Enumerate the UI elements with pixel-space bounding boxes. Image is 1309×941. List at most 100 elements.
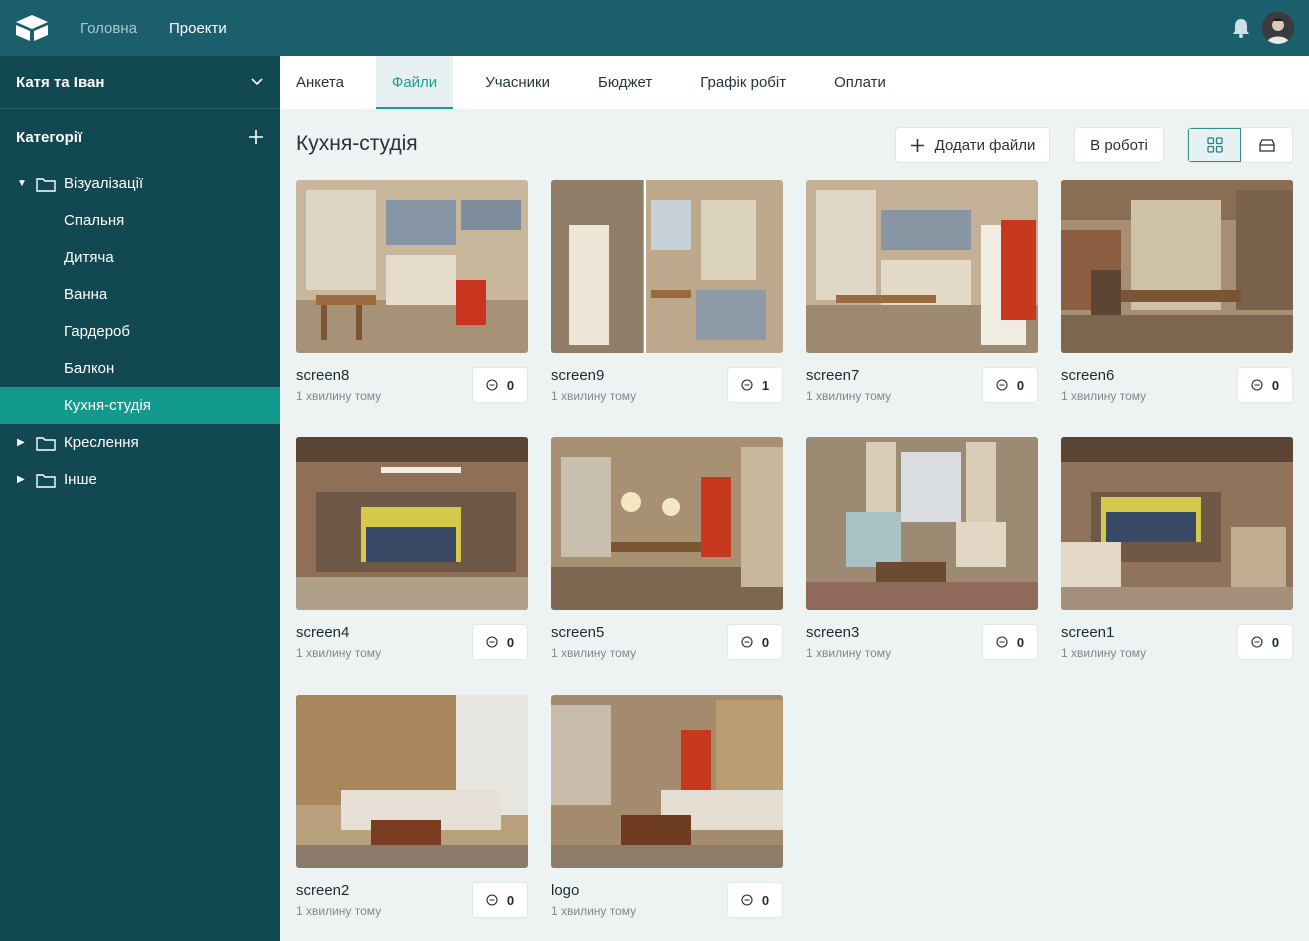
file-name[interactable]: screen8 [296, 367, 349, 384]
file-time: 1 хвилину тому [1061, 646, 1147, 660]
file-thumbnail[interactable] [1061, 437, 1293, 610]
file-time: 1 хвилину тому [551, 646, 637, 660]
list-view-icon [1258, 139, 1275, 152]
tab-schedule[interactable]: Графік робіт [684, 56, 802, 109]
file-name[interactable]: screen5 [551, 624, 604, 641]
comments-button[interactable]: 0 [1237, 367, 1293, 403]
comments-button[interactable]: 1 [727, 367, 783, 403]
project-selector[interactable]: Катя та Іван [0, 56, 280, 109]
tree-item-balcony[interactable]: Балкон [0, 350, 280, 387]
file-card: screen7 1 хвилину тому 0 [806, 180, 1038, 410]
comments-button[interactable]: 0 [472, 367, 528, 403]
tree-item-drawings[interactable]: ▶ Креслення [0, 424, 280, 461]
project-name: Катя та Іван [16, 73, 105, 91]
file-thumbnail[interactable] [806, 180, 1038, 353]
comment-icon [1251, 379, 1263, 391]
file-thumbnail[interactable] [551, 437, 783, 610]
file-thumbnail[interactable] [1061, 180, 1293, 353]
plus-icon[interactable] [248, 129, 264, 145]
folder-icon [36, 436, 56, 451]
tab-questionnaire[interactable]: Анкета [280, 56, 360, 109]
file-card: screen1 1 хвилину тому 0 [1061, 437, 1293, 667]
tree-item-wardrobe[interactable]: Гардероб [0, 313, 280, 350]
tree-item-label: Креслення [64, 434, 139, 451]
comment-icon [1251, 636, 1263, 648]
file-thumbnail[interactable] [296, 180, 528, 353]
comments-button[interactable]: 0 [727, 624, 783, 660]
tree-item-label: Балкон [64, 360, 115, 377]
file-name[interactable]: screen2 [296, 882, 349, 899]
file-card: screen2 1 хвилину тому 0 [296, 695, 528, 925]
file-time: 1 хвилину тому [806, 389, 892, 403]
comment-count: 0 [506, 377, 515, 393]
comments-button[interactable]: 0 [982, 367, 1038, 403]
file-name[interactable]: screen9 [551, 367, 604, 384]
comments-button[interactable]: 0 [472, 624, 528, 660]
tree-item-bathroom[interactable]: Ванна [0, 276, 280, 313]
tab-participants[interactable]: Учасники [469, 56, 566, 109]
comment-icon [996, 636, 1008, 648]
tree-item-label: Гардероб [64, 323, 130, 340]
tree-item-kids-room[interactable]: Дитяча [0, 239, 280, 276]
file-card: screen8 1 хвилину тому 0 [296, 180, 528, 410]
comment-count: 0 [506, 892, 515, 908]
comment-icon [741, 636, 753, 648]
comments-button[interactable]: 0 [982, 624, 1038, 660]
file-name[interactable]: screen4 [296, 624, 349, 641]
file-thumbnail[interactable] [551, 180, 783, 353]
tree-item-bedroom[interactable]: Спальня [0, 202, 280, 239]
bell-icon[interactable] [1230, 17, 1252, 39]
folder-icon [36, 473, 56, 488]
caret-right-icon[interactable]: ▶ [17, 474, 27, 485]
comments-button[interactable]: 0 [1237, 624, 1293, 660]
page-title: Кухня-студія [296, 132, 418, 155]
sidebar: Катя та Іван Категорії ▼ Візуалізації Сп… [0, 56, 280, 941]
file-name[interactable]: screen3 [806, 624, 859, 641]
add-files-button[interactable]: Додати файли [895, 127, 1050, 163]
project-tabs: Анкета Файли Учасники Бюджет Графік робі… [280, 56, 1309, 109]
file-name[interactable]: screen6 [1061, 367, 1114, 384]
grid-view-icon [1206, 137, 1223, 153]
comments-button[interactable]: 0 [727, 882, 783, 918]
file-time: 1 хвилину тому [551, 904, 637, 918]
top-nav: Головна Проекти [80, 0, 227, 56]
chevron-down-icon [251, 78, 263, 86]
logo-cube-icon[interactable] [14, 14, 50, 42]
comment-icon [486, 894, 498, 906]
comments-button[interactable]: 0 [472, 882, 528, 918]
file-card: screen9 1 хвилину тому 1 [551, 180, 783, 410]
tab-payments[interactable]: Оплати [818, 56, 902, 109]
view-toggle [1187, 127, 1293, 163]
file-name[interactable]: screen7 [806, 367, 859, 384]
grid-view-button[interactable] [1188, 128, 1241, 162]
tab-budget[interactable]: Бюджет [582, 56, 668, 109]
nav-projects[interactable]: Проекти [169, 20, 227, 37]
tab-files[interactable]: Файли [375, 56, 454, 109]
file-time: 1 хвилину тому [296, 389, 382, 403]
list-view-button[interactable] [1241, 128, 1292, 162]
file-thumbnail[interactable] [806, 437, 1038, 610]
tree-item-kitchen-studio[interactable]: Кухня-студія [0, 387, 280, 424]
tree-item-visualizations[interactable]: ▼ Візуалізації [0, 165, 280, 202]
comment-count: 0 [1271, 377, 1280, 393]
status-button[interactable]: В роботі [1074, 127, 1164, 163]
top-bar: Головна Проекти [0, 0, 1309, 56]
comment-count: 1 [761, 377, 770, 393]
tree-item-other[interactable]: ▶ Інше [0, 461, 280, 498]
caret-right-icon[interactable]: ▶ [17, 437, 27, 448]
plus-icon [910, 138, 924, 152]
avatar[interactable] [1262, 12, 1294, 44]
comment-count: 0 [506, 634, 515, 650]
nav-home[interactable]: Головна [80, 20, 137, 37]
file-thumbnail[interactable] [296, 695, 528, 868]
file-name[interactable]: logo [551, 882, 579, 899]
file-thumbnail[interactable] [296, 437, 528, 610]
tree-item-label: Спальня [64, 212, 125, 229]
file-thumbnail[interactable] [551, 695, 783, 868]
file-name[interactable]: screen1 [1061, 624, 1114, 641]
tree-item-label: Ванна [64, 286, 108, 303]
comment-count: 0 [1271, 634, 1280, 650]
caret-down-icon[interactable]: ▼ [17, 178, 27, 189]
tree-item-label: Кухня-студія [64, 397, 151, 414]
comment-icon [741, 894, 753, 906]
